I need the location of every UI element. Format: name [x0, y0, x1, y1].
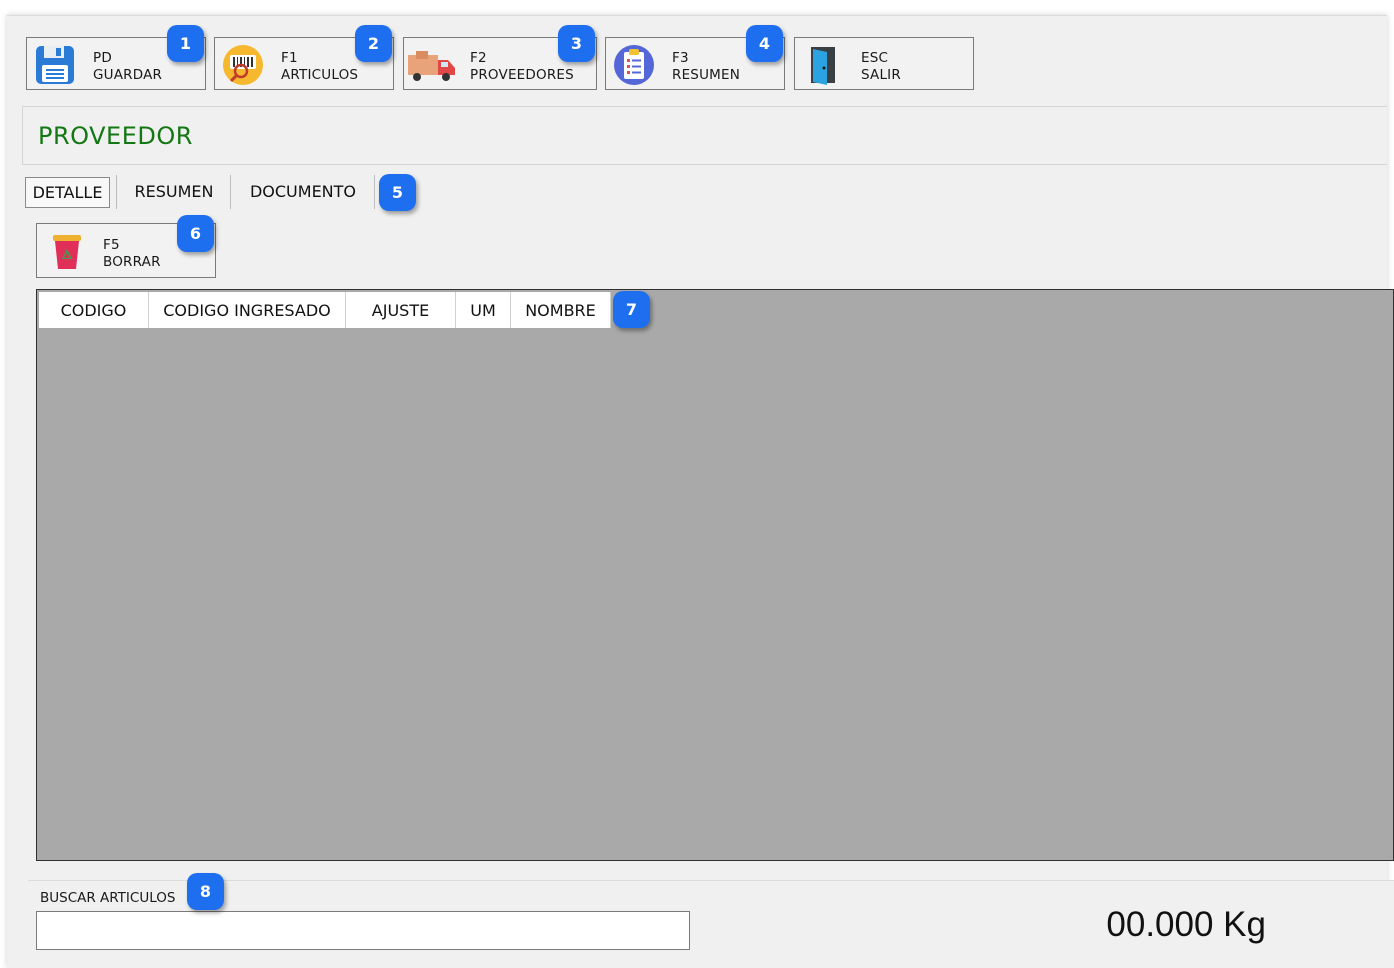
callout-badge-7: 7	[613, 291, 650, 328]
articles-key: F1	[281, 50, 298, 66]
tab-separator	[374, 175, 375, 209]
tab-separator	[230, 175, 231, 209]
delivery-truck-icon	[408, 51, 455, 81]
floppy-disk-icon	[36, 46, 74, 84]
section-title: PROVEEDOR	[38, 122, 193, 150]
save-key: PD	[93, 50, 112, 66]
search-articles-input[interactable]	[36, 911, 690, 950]
callout-badge-1: 1	[167, 25, 204, 62]
tab-separator	[116, 175, 117, 209]
clipboard-icon	[614, 45, 654, 85]
barcode-search-icon	[223, 45, 263, 85]
callout-badge-4: 4	[746, 25, 783, 62]
delete-key: F5	[103, 237, 120, 253]
divider	[22, 106, 23, 164]
weight-display: 00.000 Kg	[1106, 905, 1266, 944]
divider	[22, 106, 1387, 107]
callout-badge-5: 5	[379, 174, 416, 211]
callout-badge-2: 2	[355, 25, 392, 62]
tab-documento[interactable]: DOCUMENTO	[234, 175, 372, 209]
column-header-ajuste[interactable]: AJUSTE	[346, 292, 456, 328]
column-header-um[interactable]: UM	[456, 292, 511, 328]
callout-badge-8: 8	[187, 873, 224, 910]
callout-badge-3: 3	[558, 25, 595, 62]
trash-bin-icon	[53, 235, 81, 269]
articles-label: ARTICULOS	[281, 67, 359, 83]
exit-button[interactable]: ESC SALIR	[794, 37, 974, 90]
divider	[22, 164, 1387, 165]
column-header-codigo-ingresado[interactable]: CODIGO INGRESADO	[149, 292, 346, 328]
exit-label: SALIR	[861, 67, 901, 83]
callout-badge-6: 6	[177, 215, 214, 252]
save-label: GUARDAR	[93, 67, 163, 83]
tab-detalle[interactable]: DETALLE	[25, 177, 110, 208]
exit-key: ESC	[861, 50, 889, 66]
summary-key: F3	[672, 50, 689, 66]
search-label: BUSCAR ARTICULOS	[40, 890, 176, 906]
items-grid[interactable]: CODIGO CODIGO INGRESADO AJUSTE UM NOMBRE	[36, 289, 1394, 861]
column-header-nombre[interactable]: NOMBRE	[511, 292, 611, 328]
tab-resumen[interactable]: RESUMEN	[120, 175, 228, 209]
summary-label: RESUMEN	[672, 67, 741, 83]
suppliers-label: PROVEEDORES	[470, 67, 574, 83]
delete-label: BORRAR	[103, 254, 161, 270]
exit-door-icon	[811, 47, 835, 85]
column-header-codigo[interactable]: CODIGO	[39, 292, 149, 328]
